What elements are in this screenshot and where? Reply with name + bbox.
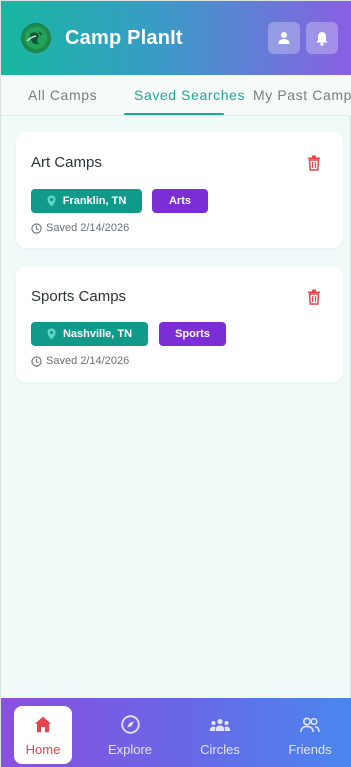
saved-date: Saved 2/14/2026 <box>31 355 129 367</box>
nav-friends[interactable]: Friends <box>281 706 339 764</box>
saved-date-label: Saved 2/14/2026 <box>46 222 130 234</box>
nav-circles[interactable]: Circles <box>191 706 249 764</box>
nav-home-label: Home <box>25 741 61 757</box>
map-pin-icon <box>47 195 56 207</box>
compass-icon <box>120 714 140 736</box>
location-label: Franklin, TN <box>62 195 127 207</box>
nav-home[interactable]: Home <box>14 706 72 764</box>
tab-all-camps[interactable]: All Camps <box>28 75 97 115</box>
active-tab-indicator <box>124 113 224 115</box>
app-header: Camp PlanIt <box>1 1 351 75</box>
group-icon <box>209 714 231 736</box>
bottom-nav: Home Explore Circles Friends <box>1 698 351 767</box>
friends-icon <box>300 714 320 736</box>
category-chip: Sports <box>159 322 226 346</box>
location-chip: Franklin, TN <box>31 189 142 213</box>
saved-search-card[interactable]: Sports Camps Nashville, TN Sports Saved … <box>16 266 343 382</box>
tab-bar: All Camps Saved Searches My Past Camps <box>1 75 351 116</box>
home-icon <box>34 714 52 736</box>
nav-explore-label: Explore <box>107 741 153 757</box>
category-chip: Arts <box>152 189 208 213</box>
tab-my-past-camps[interactable]: My Past Camps <box>253 75 351 115</box>
saved-search-title: Art Camps <box>31 154 102 171</box>
tab-saved-searches[interactable]: Saved Searches <box>134 75 245 115</box>
bell-icon <box>316 31 328 46</box>
location-label: Nashville, TN <box>62 328 133 340</box>
nav-friends-label: Friends <box>288 741 332 757</box>
map-pin-icon <box>47 328 56 340</box>
app-title: Camp PlanIt <box>65 26 183 49</box>
trash-icon[interactable] <box>307 155 321 171</box>
logo-icon <box>21 23 51 53</box>
nav-explore[interactable]: Explore <box>101 706 159 764</box>
trash-icon[interactable] <box>307 289 321 305</box>
clock-icon <box>31 355 42 367</box>
location-chip: Nashville, TN <box>31 322 148 346</box>
person-icon <box>278 32 290 44</box>
saved-search-card[interactable]: Art Camps Franklin, TN Arts Saved 2/14/2… <box>16 132 343 248</box>
notifications-button[interactable] <box>306 22 338 54</box>
profile-button[interactable] <box>268 22 300 54</box>
clock-icon <box>31 222 42 234</box>
nav-circles-label: Circles <box>200 741 240 757</box>
saved-date: Saved 2/14/2026 <box>31 222 129 234</box>
saved-date-label: Saved 2/14/2026 <box>46 355 130 367</box>
saved-search-title: Sports Camps <box>31 288 127 305</box>
